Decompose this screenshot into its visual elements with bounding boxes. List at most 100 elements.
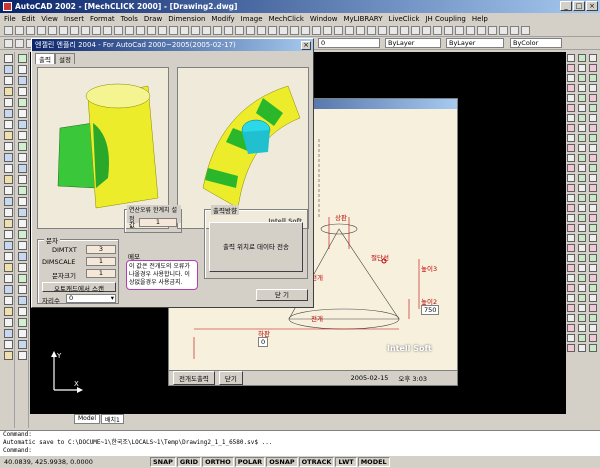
tool-icon[interactable] [567, 84, 575, 92]
tool-icon[interactable] [589, 314, 597, 322]
toolbar-icon[interactable] [180, 26, 189, 35]
status-lwt[interactable]: LWT [335, 457, 357, 467]
toolbar-icon[interactable] [444, 26, 453, 35]
tool-icon[interactable] [4, 252, 13, 261]
tool-icon[interactable] [4, 186, 13, 195]
menu-mylibrary[interactable]: MyLIBRARY [343, 15, 382, 23]
tool-icon[interactable] [4, 153, 13, 162]
tool-icon[interactable] [578, 74, 586, 82]
tool-icon[interactable] [578, 234, 586, 242]
tool-icon[interactable] [18, 219, 27, 228]
tool-icon[interactable] [4, 307, 13, 316]
tool-icon[interactable] [567, 304, 575, 312]
shape-preview-2[interactable]: Intell Soft [177, 67, 309, 229]
menu-insert[interactable]: Insert [64, 15, 84, 23]
tool-icon[interactable] [18, 296, 27, 305]
toolbar-icon[interactable] [26, 26, 35, 35]
tool-icon[interactable] [4, 351, 13, 360]
toolbar-icon[interactable] [477, 26, 486, 35]
toolbar-icon[interactable] [356, 26, 365, 35]
tool-icon[interactable] [18, 186, 27, 195]
toolbar-icon[interactable] [125, 26, 134, 35]
menu-modify[interactable]: Modify [211, 15, 234, 23]
tool-icon[interactable] [4, 98, 13, 107]
status-model[interactable]: MODEL [357, 457, 390, 467]
tool-icon[interactable] [18, 120, 27, 129]
tool-icon[interactable] [589, 164, 597, 172]
toolbar-icon[interactable] [488, 26, 497, 35]
tool-icon[interactable] [567, 234, 575, 242]
tool-icon[interactable] [578, 94, 586, 102]
limit-input[interactable]: 1 [139, 218, 177, 227]
tool-icon[interactable] [567, 104, 575, 112]
tool-icon[interactable] [18, 65, 27, 74]
send-data-button[interactable]: 출력 위치로 데이타 전송 [209, 222, 303, 272]
tool-icon[interactable] [567, 334, 575, 342]
tool-icon[interactable] [18, 175, 27, 184]
tool-icon[interactable] [4, 65, 13, 74]
tab-output[interactable]: 출력 [35, 53, 55, 64]
toolbar-icon[interactable] [169, 26, 178, 35]
tool-icon[interactable] [589, 114, 597, 122]
tool-icon[interactable] [578, 314, 586, 322]
tool-icon[interactable] [567, 274, 575, 282]
tool-icon[interactable] [578, 204, 586, 212]
menu-file[interactable]: File [4, 15, 16, 23]
tool-icon[interactable] [18, 307, 27, 316]
tool-icon[interactable] [18, 263, 27, 272]
toolbar-icon[interactable] [455, 26, 464, 35]
toolbar-icon[interactable] [4, 26, 13, 35]
tool-icon[interactable] [4, 263, 13, 272]
toolbar-icon[interactable] [301, 26, 310, 35]
tool-icon[interactable] [567, 94, 575, 102]
tool-icon[interactable] [567, 124, 575, 132]
tool-icon[interactable] [567, 264, 575, 272]
tool-icon[interactable] [578, 64, 586, 72]
toolbar-icon[interactable] [224, 26, 233, 35]
tool-icon[interactable] [4, 54, 13, 63]
toolbar-icon[interactable] [389, 26, 398, 35]
tool-icon[interactable] [578, 214, 586, 222]
tool-icon[interactable] [4, 296, 13, 305]
tool-icon[interactable] [578, 114, 586, 122]
tool-icon[interactable] [578, 144, 586, 152]
tool-icon[interactable] [578, 324, 586, 332]
textsize-input[interactable]: 1 [86, 269, 116, 278]
tool-icon[interactable] [567, 64, 575, 72]
command-window[interactable]: Command: Automatic save to C:\DOCUME~1\한… [0, 430, 600, 456]
tool-icon[interactable] [578, 124, 586, 132]
toolbar-icon[interactable] [114, 26, 123, 35]
tool-icon[interactable] [4, 109, 13, 118]
tool-icon[interactable] [567, 224, 575, 232]
tool-icon[interactable] [567, 134, 575, 142]
tool-icon[interactable] [4, 318, 13, 327]
tool-icon[interactable] [4, 329, 13, 338]
tab-model[interactable]: Model [74, 414, 101, 424]
tool-icon[interactable] [18, 274, 27, 283]
menu-dimension[interactable]: Dimension [168, 15, 205, 23]
toolbar-icon[interactable] [136, 26, 145, 35]
tool-icon[interactable] [578, 174, 586, 182]
tool-icon[interactable] [578, 134, 586, 142]
toolbar-icon[interactable] [257, 26, 266, 35]
toolbar-icon[interactable] [103, 26, 112, 35]
tool-icon[interactable] [567, 244, 575, 252]
tool-icon[interactable] [567, 194, 575, 202]
tool-icon[interactable] [578, 164, 586, 172]
tool-icon[interactable] [589, 54, 597, 62]
dimtxt-input[interactable]: 3 [86, 245, 116, 254]
status-snap[interactable]: SNAP [150, 457, 176, 467]
menu-format[interactable]: Format [90, 15, 115, 23]
tool-icon[interactable] [4, 197, 13, 206]
linetype-combo[interactable]: ByLayer [446, 38, 504, 48]
tool-icon[interactable] [589, 214, 597, 222]
tool-icon[interactable] [578, 284, 586, 292]
tool-icon[interactable] [589, 194, 597, 202]
tool-icon[interactable] [4, 131, 13, 140]
tool-icon[interactable] [567, 74, 575, 82]
tool-icon[interactable] [578, 224, 586, 232]
dimscale-input[interactable]: 1 [86, 257, 116, 266]
tool-icon[interactable] [567, 164, 575, 172]
tool-icon[interactable] [567, 284, 575, 292]
tool-icon[interactable] [578, 54, 586, 62]
